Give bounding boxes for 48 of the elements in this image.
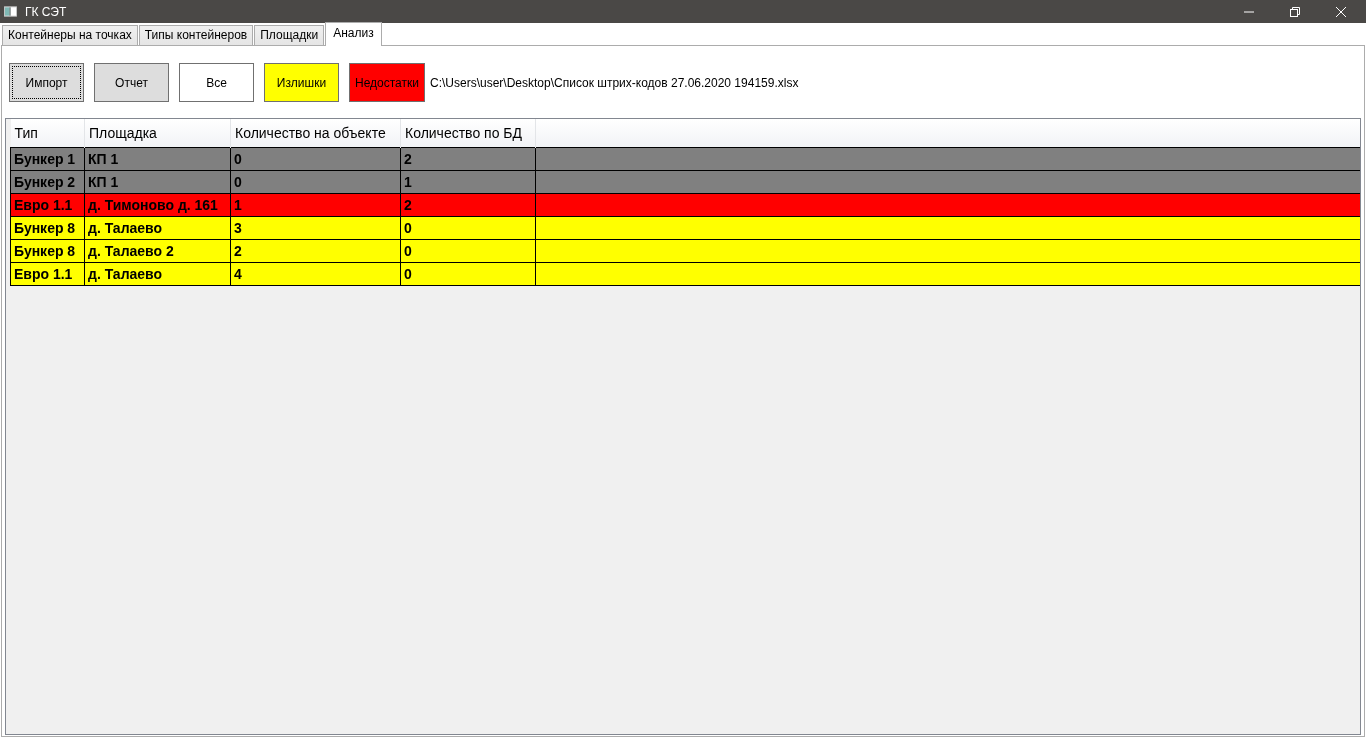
table-row[interactable]: Бункер 2 КП 1 0 1 <box>10 170 1360 193</box>
table-row[interactable]: Бункер 8 д. Талаево 2 2 0 <box>10 239 1360 262</box>
table-cell: 0 <box>400 216 536 239</box>
table-cell: д. Талаево <box>84 262 231 285</box>
column-header[interactable]: Количество на объекте <box>230 119 401 147</box>
column-header[interactable]: Количество по БД <box>400 119 536 147</box>
table-cell: КП 1 <box>84 170 231 193</box>
filter-button[interactable]: Излишки <box>264 63 339 102</box>
table-cell: 1 <box>230 193 401 216</box>
table-row[interactable]: Евро 1.1 д. Тимоново д. 161 1 2 <box>10 193 1360 216</box>
filter-button[interactable]: Все <box>179 63 254 102</box>
table-cell: 0 <box>400 262 536 285</box>
restore-icon[interactable] <box>1290 6 1300 17</box>
table-cell: 1 <box>400 170 536 193</box>
table-cell: 2 <box>230 239 401 262</box>
filter-button[interactable]: Отчет <box>94 63 169 102</box>
table-cell: Бункер 2 <box>10 170 85 193</box>
table-cell: 0 <box>230 147 401 170</box>
table-row[interactable]: Евро 1.1 д. Талаево 4 0 <box>10 262 1360 285</box>
table-cell: 3 <box>230 216 401 239</box>
tab[interactable]: Анализ <box>325 22 382 46</box>
table-cell: д. Талаево <box>84 216 231 239</box>
table-cell: 4 <box>230 262 401 285</box>
close-icon[interactable] <box>1336 6 1346 17</box>
filter-button[interactable]: Импорт <box>9 63 84 102</box>
column-header[interactable]: Площадка <box>84 119 231 147</box>
tab[interactable]: Типы контейнеров <box>138 25 254 45</box>
table-cell: 2 <box>400 193 536 216</box>
window-title: ГК СЭТ <box>25 4 67 19</box>
table-row[interactable]: Бункер 8 д. Талаево 3 0 <box>10 216 1360 239</box>
table-cell: д. Тимоново д. 161 <box>84 193 231 216</box>
table-cell: Бункер 8 <box>10 216 85 239</box>
table-cell: 2 <box>400 147 536 170</box>
table-cell: Бункер 1 <box>10 147 85 170</box>
column-header[interactable]: Тип <box>10 119 85 147</box>
table-cell: д. Талаево 2 <box>84 239 231 262</box>
filter-button[interactable]: Недостатки <box>349 63 425 102</box>
table-row[interactable]: Бункер 1 КП 1 0 2 <box>10 147 1360 170</box>
tab[interactable]: Контейнеры на точках <box>2 25 138 45</box>
table-cell: Евро 1.1 <box>10 193 85 216</box>
table-cell: 0 <box>230 170 401 193</box>
table-cell: Евро 1.1 <box>10 262 85 285</box>
table-cell: КП 1 <box>84 147 231 170</box>
table-cell: Бункер 8 <box>10 239 85 262</box>
tab[interactable]: Площадки <box>254 25 325 45</box>
table-cell: 0 <box>400 239 536 262</box>
window-icon <box>4 6 17 17</box>
file-path: C:\Users\user\Desktop\Список штрих-кодов 27.06.2020 194159.xlsx <box>430 75 799 90</box>
